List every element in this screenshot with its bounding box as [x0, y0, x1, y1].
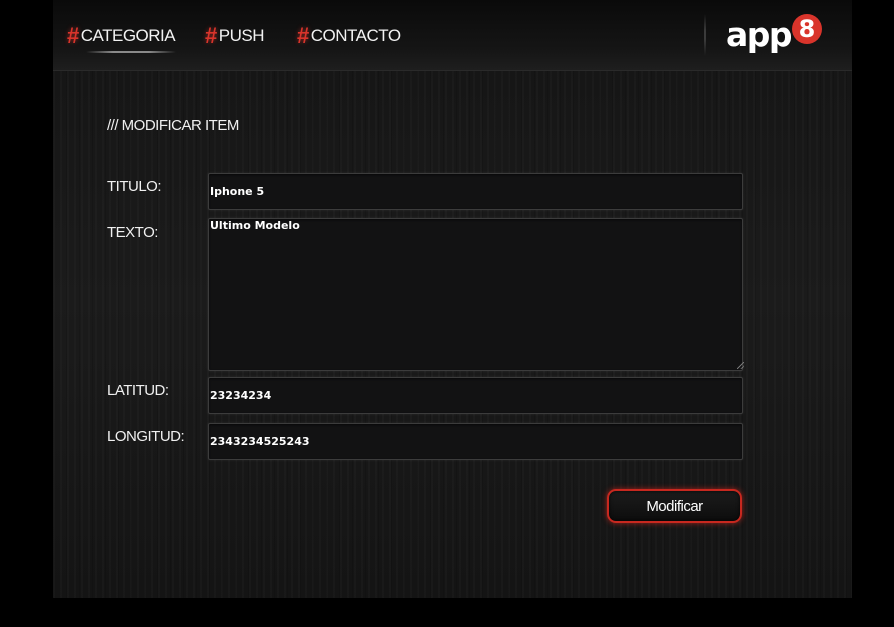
nav-item-label: CATEGORIA	[80, 26, 176, 45]
app-logo[interactable]: app 8	[726, 14, 823, 54]
nav-item-contacto[interactable]: # CONTACTO	[297, 23, 401, 48]
header-divider	[704, 14, 706, 56]
hash-icon: #	[297, 23, 309, 48]
nav-item-push[interactable]: # PUSH	[205, 23, 265, 48]
titulo-label: TITULO:	[107, 178, 162, 195]
nav-item-label: CONTACTO	[310, 26, 401, 45]
longitud-label: LONGITUD:	[107, 428, 185, 445]
texto-label: TEXTO:	[107, 224, 158, 241]
hash-icon: #	[205, 23, 217, 48]
active-nav-underline	[86, 51, 176, 53]
latitud-label: LATITUD:	[107, 382, 169, 399]
titulo-input[interactable]	[208, 173, 743, 210]
hash-icon: #	[67, 23, 79, 48]
nav-item-label: PUSH	[218, 26, 265, 45]
texto-textarea[interactable]: Ultimo Modelo	[208, 218, 743, 371]
nav-item-categoria[interactable]: # CATEGORIA	[67, 23, 176, 48]
logo-text: app	[726, 14, 793, 54]
modificar-button[interactable]: Modificar	[607, 489, 742, 523]
longitud-input[interactable]	[208, 423, 743, 460]
page-title: /// MODIFICAR ITEM	[107, 117, 239, 134]
page: # CATEGORIA # PUSH # CONTACTO app 8 /// …	[0, 0, 894, 627]
latitud-input[interactable]	[208, 377, 743, 414]
logo-badge: 8	[792, 14, 823, 44]
resize-grip-icon[interactable]	[737, 362, 744, 369]
